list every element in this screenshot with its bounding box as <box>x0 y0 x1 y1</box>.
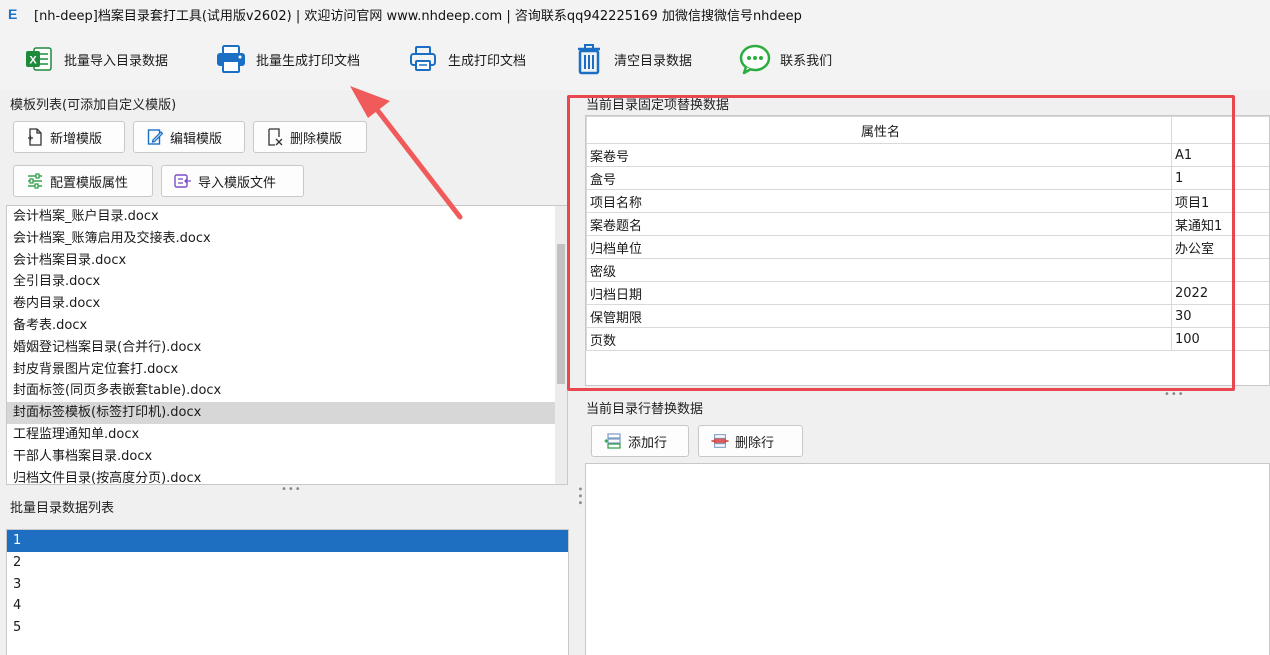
annotation-arrow <box>350 86 463 220</box>
